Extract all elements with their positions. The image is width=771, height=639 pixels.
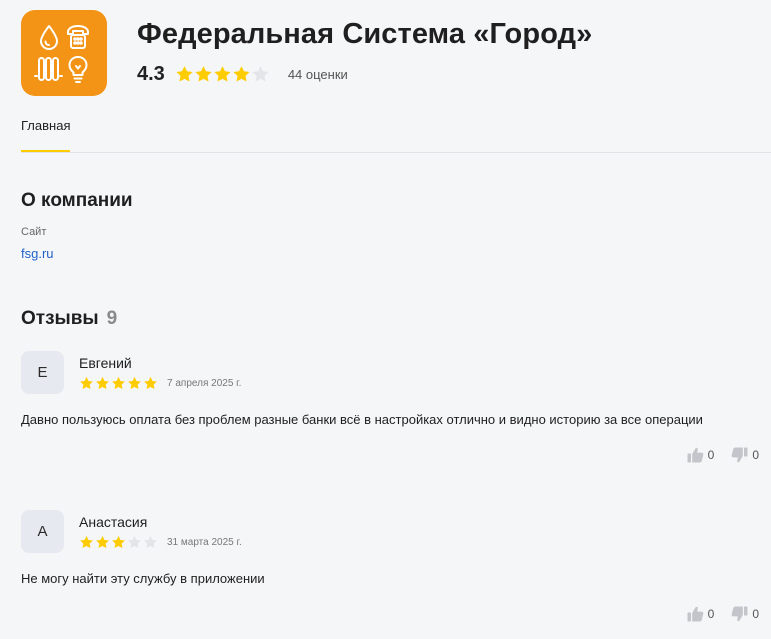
rating-value: 4.3 xyxy=(137,63,165,85)
avatar: А xyxy=(21,510,64,553)
star-filled-icon xyxy=(80,535,93,549)
reviews-title: Отзывы 9 xyxy=(21,308,117,330)
review-meta: 7 апреля 2025 г. xyxy=(79,376,241,391)
company-header: Федеральная Система «Город» 4.3 44 оценк… xyxy=(21,10,592,96)
star-filled-icon xyxy=(80,376,93,390)
review-meta: 31 марта 2025 г. xyxy=(79,535,242,550)
site-link[interactable]: fsg.ru xyxy=(21,246,54,261)
like-count: 0 xyxy=(707,607,715,621)
lightbulb-icon xyxy=(68,56,88,83)
star-empty-icon xyxy=(128,535,141,549)
telephone-icon xyxy=(67,25,89,49)
star-filled-icon xyxy=(96,535,109,549)
like-count: 0 xyxy=(707,448,715,462)
review-date: 7 апреля 2025 г. xyxy=(167,378,242,389)
star-filled-icon xyxy=(233,66,250,82)
review-date: 31 марта 2025 г. xyxy=(167,537,242,548)
star-empty-icon xyxy=(144,535,157,549)
company-page: Федеральная Система «Город» 4.3 44 оценк… xyxy=(0,0,771,639)
star-filled-icon xyxy=(112,376,125,390)
title-block: Федеральная Система «Город» 4.3 44 оценк… xyxy=(137,18,592,96)
radiator-icon xyxy=(34,57,63,81)
review-votes: 0 0 xyxy=(687,447,759,463)
star-filled-icon xyxy=(144,376,157,390)
star-filled-icon xyxy=(112,535,125,549)
reviewer-name: Анастасия xyxy=(79,514,148,530)
dislike-count: 0 xyxy=(752,448,759,462)
star-empty-icon xyxy=(252,66,269,82)
star-filled-icon xyxy=(128,376,141,390)
rating-row: 4.3 44 оценки xyxy=(137,63,592,86)
thumbs-down-icon xyxy=(731,447,748,463)
reviews-count: 9 xyxy=(106,308,118,329)
reviews-title-label: Отзывы xyxy=(21,308,99,329)
reviewer-name: Евгений xyxy=(79,355,132,371)
star-filled-icon xyxy=(195,66,212,82)
tab-main[interactable]: Главная xyxy=(21,118,70,133)
star-filled-icon xyxy=(214,66,231,82)
review-text: Не могу найти эту службу в приложении xyxy=(21,571,265,586)
like-button[interactable]: 0 xyxy=(687,447,715,463)
star-filled-icon xyxy=(176,66,193,82)
thumbs-up-icon xyxy=(687,606,703,622)
like-button[interactable]: 0 xyxy=(687,606,715,622)
rating-stars xyxy=(175,65,270,84)
about-title: О компании xyxy=(21,190,133,211)
rating-count[interactable]: 44 оценки xyxy=(288,67,348,82)
dislike-count: 0 xyxy=(752,607,759,621)
review-votes: 0 0 xyxy=(687,606,759,622)
tabs-bar: Главная xyxy=(21,118,771,153)
water-drop-icon xyxy=(40,25,58,50)
dislike-button[interactable]: 0 xyxy=(731,447,759,463)
avatar: Е xyxy=(21,351,64,394)
review-stars xyxy=(79,376,158,391)
dislike-button[interactable]: 0 xyxy=(731,606,759,622)
review-stars xyxy=(79,535,158,550)
review-text: Давно пользуюсь оплата без проблем разны… xyxy=(21,412,703,427)
company-logo xyxy=(21,10,107,96)
site-label: Сайт xyxy=(21,226,47,238)
thumbs-down-icon xyxy=(731,606,748,622)
star-filled-icon xyxy=(96,376,109,390)
tab-active-indicator xyxy=(21,150,70,152)
thumbs-up-icon xyxy=(687,447,703,463)
logo-icons xyxy=(34,25,89,83)
company-title: Федеральная Система «Город» xyxy=(137,18,593,50)
